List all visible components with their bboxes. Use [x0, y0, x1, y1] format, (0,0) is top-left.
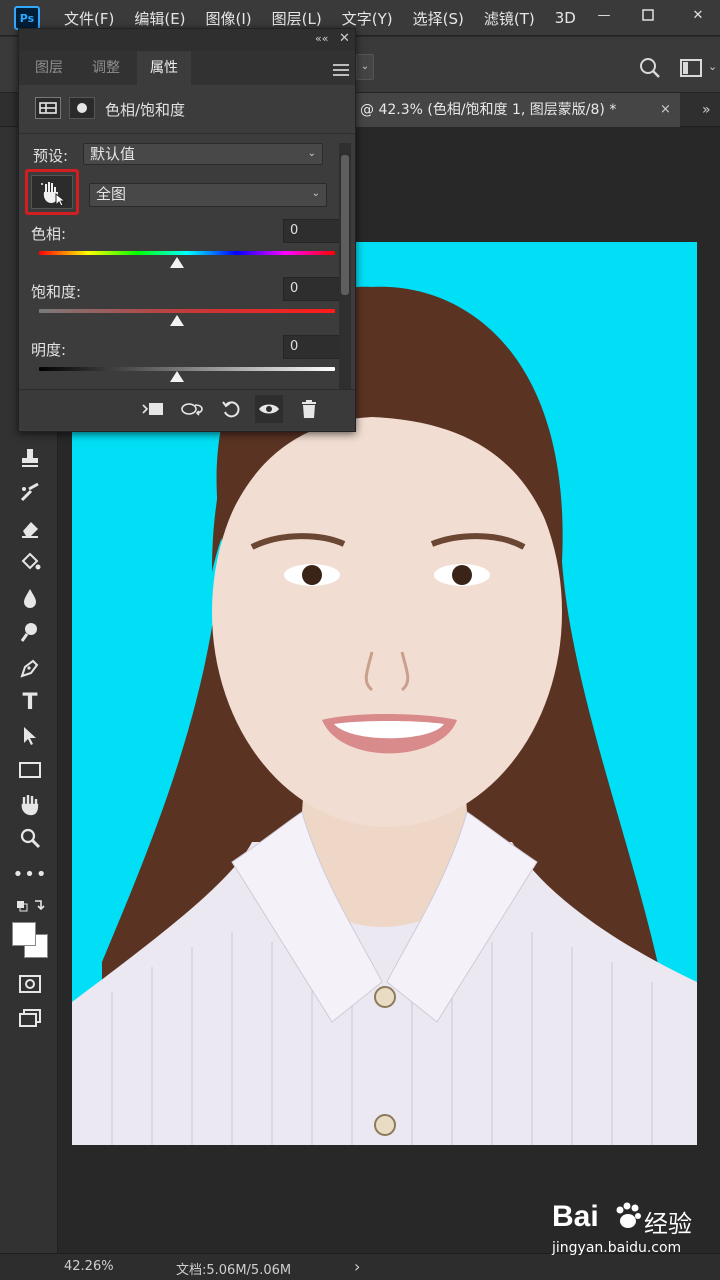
saturation-label: 饱和度:: [31, 283, 82, 301]
close-window-icon[interactable]: ✕: [690, 8, 706, 24]
saturation-slider-thumb[interactable]: [170, 315, 184, 326]
saturation-slider-track[interactable]: [39, 309, 335, 313]
adjustment-layer-icon: [35, 97, 61, 119]
blur-icon[interactable]: [14, 584, 46, 612]
lightness-label: 明度:: [31, 341, 67, 359]
paint-bucket-icon[interactable]: [14, 548, 46, 576]
panel-menu-icon[interactable]: [333, 61, 349, 76]
hue-slider-track[interactable]: [39, 251, 335, 255]
dodge-icon[interactable]: [14, 618, 46, 646]
saturation-value-field[interactable]: 0: [283, 277, 341, 301]
lightness-slider-thumb[interactable]: [170, 371, 184, 382]
chevron-down-icon: ⌄: [311, 188, 320, 199]
targeted-adjustment-tool-button[interactable]: [31, 175, 73, 209]
chevron-down-icon[interactable]: ⌄: [708, 60, 717, 73]
adjustment-title: 色相/饱和度: [105, 101, 186, 119]
menu-filter[interactable]: 滤镜(T): [484, 8, 535, 29]
hue-label: 色相:: [31, 225, 67, 243]
more-tabs-icon[interactable]: »: [702, 93, 711, 127]
header-divider: [19, 133, 355, 134]
tab-layers[interactable]: 图层: [25, 51, 73, 85]
delete-icon[interactable]: [295, 395, 323, 423]
hand-icon[interactable]: [14, 790, 46, 818]
layer-mask-icon[interactable]: [69, 97, 95, 119]
paw-icon: [614, 1202, 642, 1232]
menu-3d[interactable]: 3D: [555, 9, 576, 27]
lightness-slider-track[interactable]: [39, 367, 335, 371]
preset-value: 默认值: [90, 145, 136, 163]
quick-mask-icon[interactable]: [14, 970, 46, 998]
maximize-icon[interactable]: [640, 8, 656, 24]
properties-panel: «« ✕ 图层 调整 属性 色相/饱和度 预设: 默认值 ⌄ 全图 ⌄ 色相: …: [18, 28, 356, 432]
watermark-url: jingyan.baidu.com: [552, 1240, 682, 1256]
menu-edit[interactable]: 编辑(E): [134, 8, 185, 29]
watermark-brand: Bai: [552, 1200, 599, 1233]
menu-select[interactable]: 选择(S): [413, 8, 464, 29]
chevron-down-icon[interactable]: ⌄: [356, 54, 374, 80]
screen-mode-icon[interactable]: [14, 1004, 46, 1032]
foreground-color-swatch[interactable]: [12, 922, 36, 946]
rectangle-icon[interactable]: [14, 756, 46, 784]
swap-colors-icon[interactable]: [14, 892, 46, 920]
color-swatches-icon[interactable]: [10, 920, 50, 960]
lightness-value-field[interactable]: 0: [283, 335, 341, 359]
hue-value-field[interactable]: 0: [283, 219, 341, 243]
panel-scrollbar[interactable]: [339, 143, 351, 409]
more-tools-icon[interactable]: •••: [13, 860, 47, 888]
type-icon[interactable]: T: [14, 688, 46, 716]
menu-image[interactable]: 图像(I): [206, 8, 252, 29]
chevron-down-icon: ⌄: [307, 148, 316, 159]
panel-header[interactable]: «« ✕: [19, 29, 355, 51]
view-previous-icon[interactable]: [179, 395, 207, 423]
photoshop-logo: Ps: [14, 6, 40, 30]
workspace-icon[interactable]: [678, 56, 704, 80]
status-menu-arrow[interactable]: ›: [354, 1257, 360, 1276]
preset-label: 预设:: [33, 147, 69, 165]
document-size: 文档:5.06M/5.06M: [176, 1263, 292, 1278]
eraser-icon[interactable]: [14, 514, 46, 542]
baidu-watermark: Bai 经验 jingyan.baidu.com: [552, 1196, 712, 1260]
menu-layer[interactable]: 图层(L): [272, 8, 322, 29]
hue-slider-thumb[interactable]: [170, 257, 184, 268]
preset-select[interactable]: 默认值 ⌄: [83, 143, 323, 165]
hand-pointer-icon: [41, 182, 67, 206]
zoom-icon[interactable]: [14, 824, 46, 852]
pen-icon[interactable]: [14, 654, 46, 682]
reset-icon[interactable]: [217, 395, 245, 423]
minimize-icon[interactable]: —: [596, 8, 612, 24]
range-value: 全图: [96, 185, 127, 203]
range-select[interactable]: 全图 ⌄: [89, 183, 327, 207]
menu-type[interactable]: 文字(Y): [342, 8, 393, 29]
history-brush-icon[interactable]: [14, 478, 46, 506]
tab-adjustments[interactable]: 调整: [81, 51, 131, 85]
scrollbar-thumb[interactable]: [341, 155, 349, 295]
zoom-level[interactable]: 42.26%: [64, 1259, 114, 1274]
menu-file[interactable]: 文件(F): [64, 8, 114, 29]
tab-properties[interactable]: 属性: [137, 51, 191, 85]
clip-to-layer-icon[interactable]: [139, 395, 167, 423]
stamp-icon[interactable]: [14, 444, 46, 472]
search-icon[interactable]: [638, 56, 662, 80]
watermark-brand-cn: 经验: [644, 1210, 692, 1238]
visibility-icon[interactable]: [255, 395, 283, 423]
close-panel-icon[interactable]: ✕: [339, 31, 350, 46]
collapse-panel-icon[interactable]: ««: [315, 32, 328, 45]
document-tab[interactable]: @ 42.3% (色相/饱和度 1, 图层蒙版/8) *: [354, 93, 680, 127]
path-selection-icon[interactable]: [14, 722, 46, 750]
close-tab-icon[interactable]: ×: [660, 93, 678, 127]
